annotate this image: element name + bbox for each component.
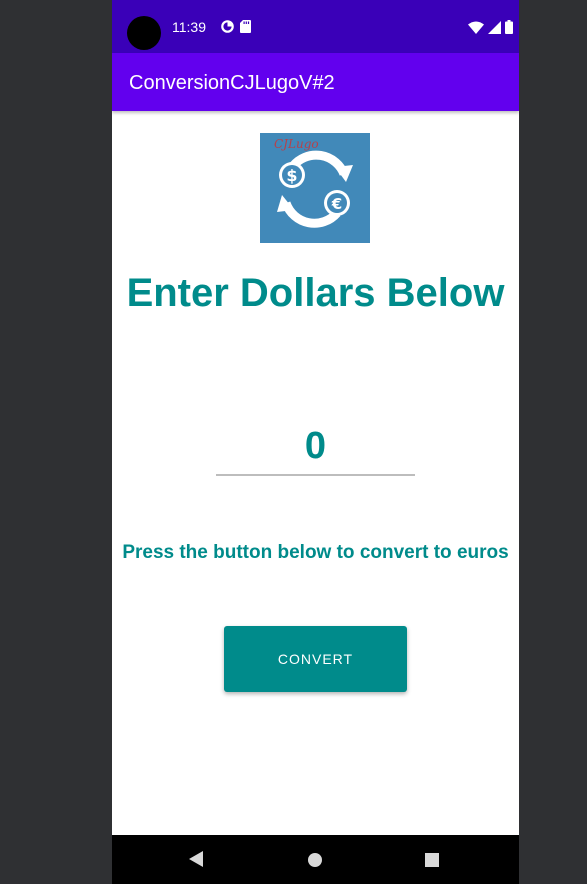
app-bar: ConversionCJLugoV#2 [112, 53, 519, 111]
back-icon[interactable] [188, 851, 204, 872]
svg-text:€: € [331, 195, 342, 213]
status-time: 11:39 [172, 19, 206, 35]
navigation-bar [112, 835, 519, 884]
phone-screen: 11:39 ConversionCJLugoV#2 CJLugo $ € Ent… [112, 0, 519, 884]
home-icon[interactable] [308, 853, 322, 867]
app-title: ConversionCJLugoV#2 [129, 72, 335, 94]
sd-card-icon [240, 20, 251, 38]
data-saver-icon [221, 20, 234, 38]
recents-icon[interactable] [425, 853, 439, 867]
svg-text:$: $ [286, 166, 297, 185]
instruction-text: Press the button below to convert to eur… [122, 542, 509, 563]
page-heading: Enter Dollars Below [126, 271, 505, 315]
svg-text:CJLugo: CJLugo [274, 137, 319, 151]
cell-signal-icon [488, 20, 501, 39]
convert-button[interactable]: CONVERT [224, 626, 407, 692]
wifi-icon [468, 21, 484, 39]
battery-icon [505, 20, 513, 39]
currency-exchange-logo: CJLugo $ € [260, 133, 370, 243]
dollar-amount-input[interactable] [216, 418, 415, 476]
camera-cutout [127, 16, 161, 50]
status-bar: 11:39 [112, 0, 519, 53]
